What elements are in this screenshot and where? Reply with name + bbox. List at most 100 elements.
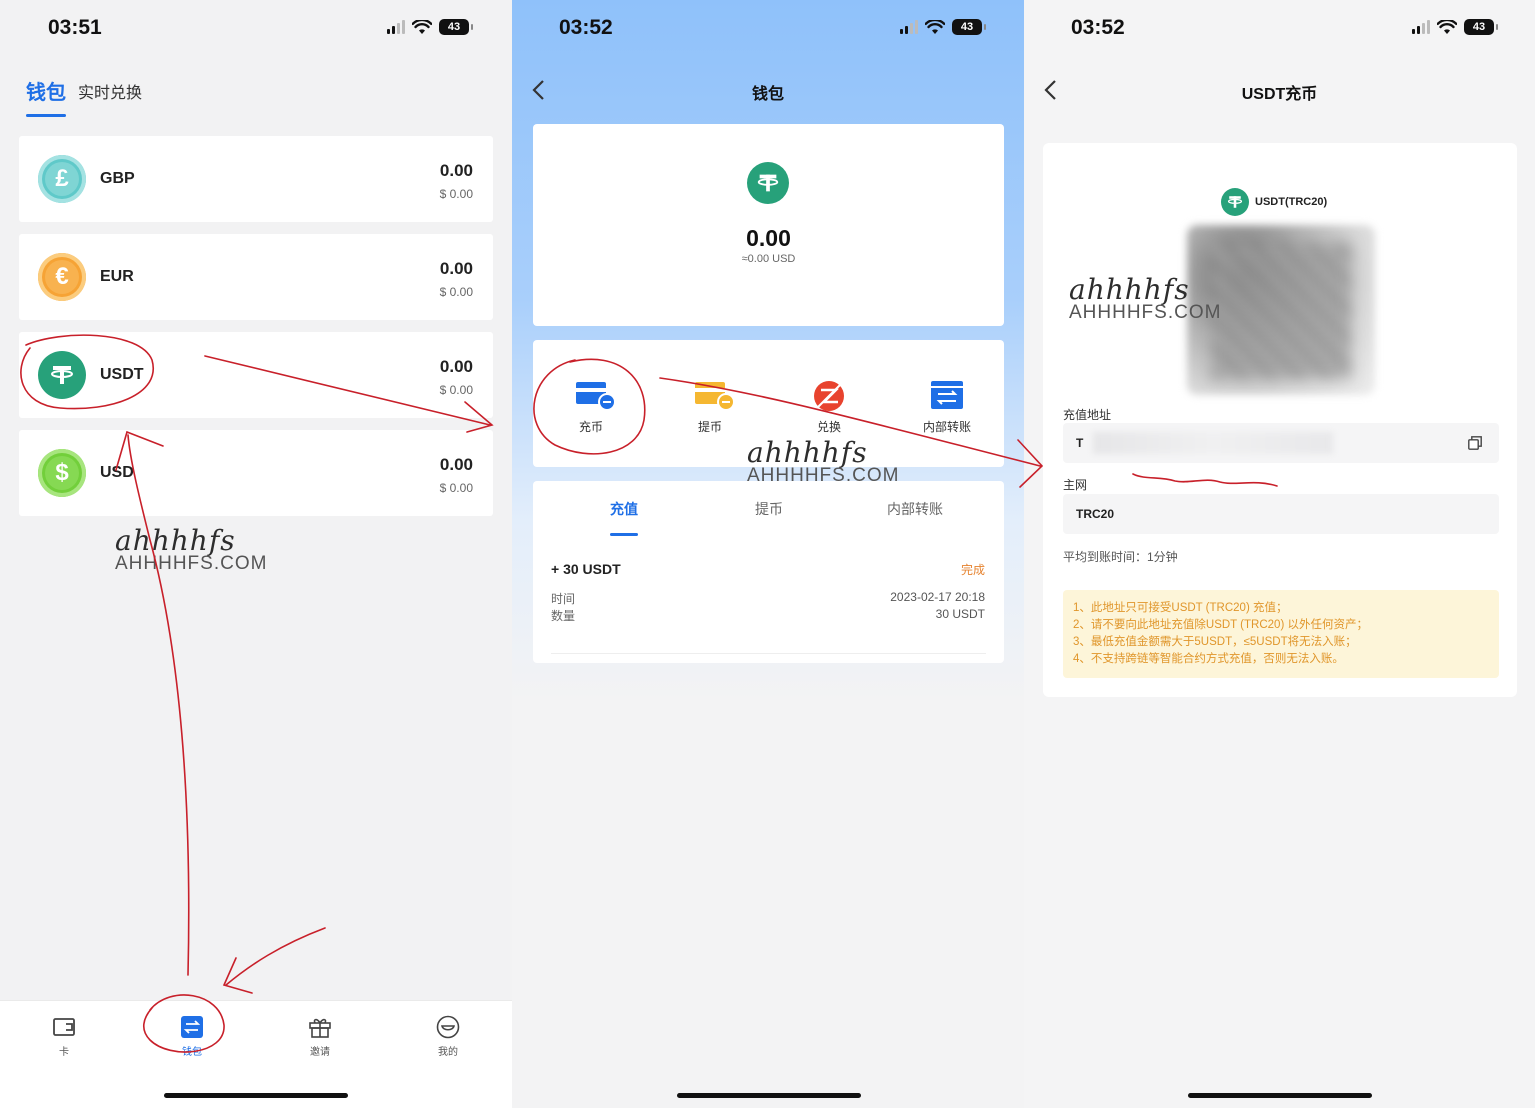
status-time: 03:52 <box>559 16 613 39</box>
watermark-site: AHHHHFS.COM <box>115 553 268 574</box>
balance-usd: ≈0.00 USD <box>741 253 796 265</box>
balance-amount: 0.00 <box>746 225 791 251</box>
wifi-icon <box>925 19 945 34</box>
swap-button[interactable]: 兑换 <box>789 380 869 435</box>
watermark: ahhhhfs AHHHHFS.COM <box>747 436 899 487</box>
gbp-coin-icon: £ <box>38 155 86 203</box>
wifi-icon <box>412 19 432 34</box>
record-qty-label: 数量 <box>551 609 576 623</box>
tab-wallet[interactable]: 钱包 <box>26 76 66 117</box>
usd-coin-icon: $ <box>38 449 86 497</box>
home-indicator <box>164 1093 348 1098</box>
signal-icon <box>1412 20 1430 34</box>
tabbar-item-me[interactable]: 我的 <box>418 1015 478 1058</box>
asset-amount: 0.00 <box>439 357 473 376</box>
notice-line: 1、此地址只可接受USDT (TRC20) 充值； <box>1073 602 1288 614</box>
tab-transfer-records[interactable]: 内部转账 <box>887 499 943 519</box>
asset-usd-value: $ 0.00 <box>439 383 473 397</box>
status-time: 03:51 <box>48 16 102 39</box>
signal-icon <box>387 20 405 34</box>
status-icons: 43 <box>1412 19 1498 35</box>
asset-name: GBP <box>100 170 135 187</box>
divider <box>551 653 986 654</box>
qr-code-blur <box>1211 243 1351 379</box>
tabbar-item-card[interactable]: 卡 <box>34 1015 94 1058</box>
deposit-button[interactable]: 充币 <box>551 380 631 435</box>
address-field[interactable]: T <box>1063 423 1499 463</box>
asset-row-usd[interactable]: $ USD 0.00 $ 0.00 <box>19 430 493 516</box>
watermark: ahhhhfs AHHHHFS.COM <box>1069 273 1221 324</box>
asset-row-eur[interactable]: € EUR 0.00 $ 0.00 <box>19 234 493 320</box>
asset-row-gbp[interactable]: £ GBP 0.00 $ 0.00 <box>19 136 493 222</box>
usdt-deposit-screen: 03:52 43 USDT充币 USDT(TRC20) 充值地址 T 主网 TR… <box>1024 0 1535 1108</box>
card-icon <box>52 1015 76 1039</box>
usdt-coin-icon <box>1221 188 1249 216</box>
home-indicator <box>1188 1093 1372 1098</box>
asset-amount: 0.00 <box>439 455 473 474</box>
gift-icon <box>308 1015 332 1039</box>
notice-line: 3、最低充值金额需大于5USDT，≤5USDT将无法入账； <box>1073 636 1357 648</box>
top-tabs: 钱包 实时兑换 <box>26 76 142 117</box>
home-indicator <box>677 1093 861 1098</box>
internal-transfer-button[interactable]: 内部转账 <box>907 380 987 435</box>
asset-name: USD <box>100 464 134 481</box>
record-time-value: 2023-02-17 20:18 <box>890 590 985 604</box>
watermark-site: AHHHHFS.COM <box>1069 302 1222 323</box>
average-arrival-time: 平均到账时间：1分钟 <box>1063 550 1178 564</box>
record-status: 完成 <box>960 563 985 577</box>
asset-name: EUR <box>100 268 134 285</box>
tab-withdraw-records[interactable]: 提币 <box>755 499 783 519</box>
asset-usd-value: $ 0.00 <box>439 481 473 495</box>
usdt-coin-icon <box>38 351 86 399</box>
tab-exchange[interactable]: 实时兑换 <box>78 79 142 117</box>
asset-amount: 0.00 <box>439 161 473 180</box>
status-icons: 43 <box>387 19 473 35</box>
copy-icon[interactable] <box>1468 436 1482 450</box>
usdt-wallet-screen: 03:52 43 钱包 0.00 ≈0.00 USD 充币 提币 兑换 内部转账 <box>512 0 1024 1108</box>
address-value: T <box>1076 436 1084 450</box>
transfer-icon <box>930 380 964 410</box>
asset-usd-value: $ 0.00 <box>439 187 473 201</box>
asset-row-usdt[interactable]: USDT 0.00 $ 0.00 <box>19 332 493 418</box>
usdt-coin-icon <box>747 162 789 204</box>
tab-deposit-records[interactable]: 充值 <box>610 499 638 536</box>
watermark: ahhhhfs AHHHHFS.COM <box>115 524 267 575</box>
asset-name: USDT <box>100 366 144 383</box>
notice-line: 4、不支持跨链等智能合约方式充值，否则无法入账。 <box>1073 653 1344 665</box>
mainnet-label: 主网 <box>1063 478 1088 492</box>
records-card: 充值 提币 内部转账 + 30 USDT 完成 时间 2023-02-17 20… <box>533 481 1004 663</box>
address-label: 充值地址 <box>1063 408 1112 422</box>
page-title: 钱包 <box>751 86 784 103</box>
battery-icon: 43 <box>1464 19 1498 35</box>
smile-icon <box>436 1015 460 1039</box>
wifi-icon <box>1437 19 1457 34</box>
deposit-icon <box>574 380 616 411</box>
deposit-card: USDT(TRC20) 充值地址 T 主网 TRC20 平均到账时间：1分钟 1… <box>1043 143 1517 697</box>
tabbar-item-wallet[interactable]: 钱包 <box>162 1015 222 1058</box>
network-header: USDT(TRC20) <box>1221 188 1327 216</box>
status-icons: 43 <box>900 19 986 35</box>
asset-usd-value: $ 0.00 <box>439 285 473 299</box>
balance-card: 0.00 ≈0.00 USD <box>533 124 1004 326</box>
record-title: + 30 USDT <box>551 561 621 577</box>
network-name: USDT(TRC20) <box>1255 196 1328 208</box>
mainnet-value: TRC20 <box>1076 507 1115 521</box>
withdraw-button[interactable]: 提币 <box>670 380 750 435</box>
status-time: 03:52 <box>1071 16 1125 39</box>
watermark-site: AHHHHFS.COM <box>747 465 900 486</box>
signal-icon <box>900 20 918 34</box>
record-time-label: 时间 <box>551 592 576 606</box>
mainnet-field: TRC20 <box>1063 494 1499 534</box>
eur-coin-icon: € <box>38 253 86 301</box>
notice-line: 2、请不要向此地址充值除USDT (TRC20) 以外任何资产； <box>1073 619 1368 631</box>
battery-icon: 43 <box>439 19 473 35</box>
battery-icon: 43 <box>952 19 986 35</box>
page-title: USDT充币 <box>1241 86 1318 103</box>
bottom-tab-bar: 卡 钱包 邀请 我的 <box>0 1000 512 1108</box>
address-blurred <box>1093 432 1333 454</box>
swap-icon <box>812 380 846 411</box>
tabbar-item-invite[interactable]: 邀请 <box>290 1015 350 1058</box>
asset-amount: 0.00 <box>439 259 473 278</box>
notice-box: 1、此地址只可接受USDT (TRC20) 充值； 2、请不要向此地址充值除US… <box>1063 590 1499 678</box>
record-qty-value: 30 USDT <box>935 607 985 621</box>
